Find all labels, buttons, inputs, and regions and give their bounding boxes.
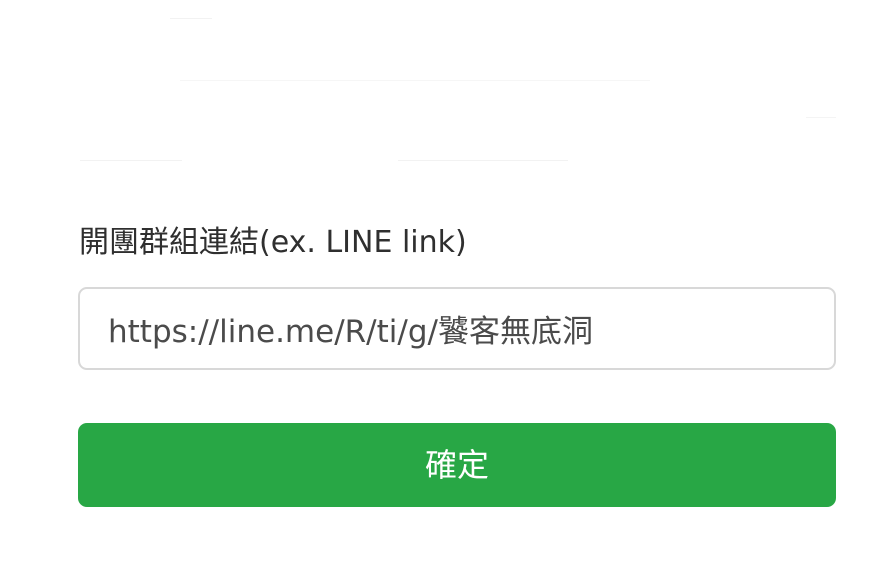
- faded-divider: [80, 160, 182, 161]
- page-root: 開團群組連結(ex. LINE link) 確定: [0, 0, 869, 565]
- confirm-button[interactable]: 確定: [78, 423, 836, 507]
- faded-divider: [806, 117, 836, 118]
- group-link-label: 開團群組連結(ex. LINE link): [79, 225, 467, 260]
- faded-divider: [398, 160, 568, 161]
- faded-divider: [180, 80, 650, 81]
- group-link-input[interactable]: [78, 287, 836, 370]
- faded-divider: [170, 18, 212, 19]
